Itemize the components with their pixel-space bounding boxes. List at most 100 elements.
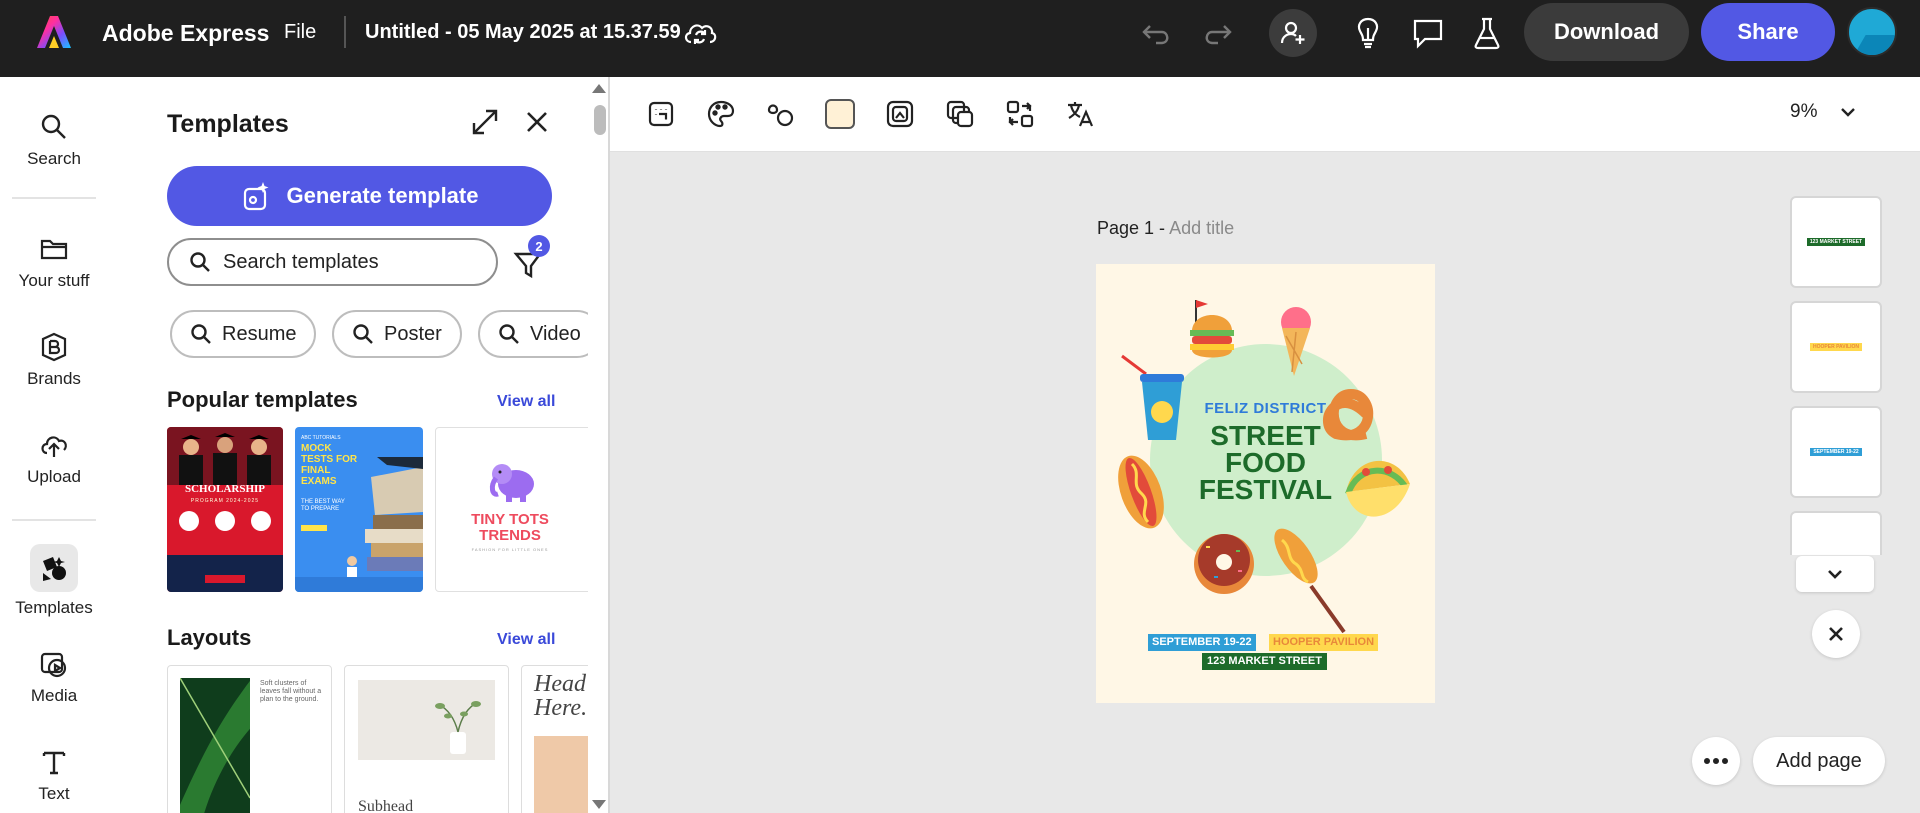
plant-icon <box>435 701 481 754</box>
thumbnail-text: HOOPER PAVILION <box>1810 343 1862 351</box>
adobe-express-logo-icon[interactable] <box>36 14 72 50</box>
image-frame-icon[interactable] <box>884 98 916 130</box>
poster-kicker: FELIZ DISTRICT <box>1204 400 1327 417</box>
books-image <box>347 457 423 589</box>
ice-cream-icon <box>1281 307 1311 376</box>
search-icon <box>41 114 66 139</box>
panel-scroll-down[interactable] <box>592 800 606 809</box>
template-cta <box>205 575 245 583</box>
rail-item-label: Your stuff <box>18 271 90 290</box>
resize-icon[interactable] <box>1004 98 1036 130</box>
search-icon <box>190 252 210 272</box>
burger-icon <box>1190 300 1234 358</box>
template-badge <box>251 511 271 531</box>
generate-template-button[interactable]: Generate template <box>167 166 552 226</box>
rail-item-media[interactable]: Media <box>0 648 108 706</box>
page-thumbnail[interactable]: HOOPER PAVILION <box>1790 301 1882 393</box>
avatar[interactable] <box>1847 7 1897 57</box>
template-cta <box>301 525 327 531</box>
template-kicker: ABC TUTORIALS <box>301 435 341 441</box>
panel-scroll-up[interactable] <box>592 84 606 93</box>
background-color-swatch[interactable] <box>825 99 855 129</box>
undo-icon[interactable] <box>1140 18 1174 48</box>
panel-scrollbar[interactable] <box>594 105 606 135</box>
layout-card-plant[interactable]: Subhead <box>344 665 509 813</box>
poster-headline-1: STREET <box>1210 420 1321 451</box>
divider <box>12 519 96 521</box>
lightbulb-icon[interactable] <box>1352 16 1384 50</box>
animate-icon[interactable] <box>645 98 677 130</box>
invite-button[interactable] <box>1269 9 1317 57</box>
more-options-button[interactable] <box>1692 737 1740 785</box>
flask-icon[interactable] <box>1471 16 1503 50</box>
translate-icon[interactable] <box>1064 98 1096 130</box>
zoom-level[interactable]: 9% <box>1790 101 1817 123</box>
shapes-icon[interactable] <box>764 98 796 130</box>
cloud-sync-icon[interactable] <box>682 18 718 48</box>
close-thumbnails-button[interactable] <box>1812 610 1860 658</box>
document-title[interactable]: Untitled - 05 May 2025 at 15.37.59 <box>365 21 681 44</box>
template-badge <box>215 511 235 531</box>
thumbnail-text: SEPTEMBER 19-22 <box>1810 448 1862 456</box>
layout-text: Head Here. <box>534 671 588 721</box>
chip-video[interactable]: Video <box>478 310 588 358</box>
rail-item-templates[interactable]: Templates <box>0 544 108 618</box>
templates-icon <box>43 557 66 581</box>
template-card-mock-tests[interactable]: ABC TUTORIALS MOCK TESTS FOR FINAL EXAMS… <box>295 427 423 592</box>
templates-scroll-area: SCHOLARSHIP PROGRAM 2024-2025 ABC TUTORI… <box>108 427 588 813</box>
upload-cloud-icon <box>41 436 67 457</box>
template-badge <box>179 511 199 531</box>
rail-item-brands[interactable]: Brands <box>0 331 108 389</box>
rail-item-search[interactable]: Search <box>0 111 108 169</box>
layout-card-headline[interactable]: Head Here. <box>521 665 588 813</box>
layers-icon[interactable] <box>944 98 976 130</box>
page-thumbnail[interactable] <box>1790 511 1882 555</box>
template-title: TINY TOTS TRENDS <box>471 511 549 544</box>
rail-item-label: Templates <box>15 598 93 617</box>
template-card-scholarship[interactable]: SCHOLARSHIP PROGRAM 2024-2025 <box>167 427 283 592</box>
rail-item-upload[interactable]: Upload <box>0 429 108 487</box>
view-all-popular-link[interactable]: View all <box>497 393 555 411</box>
chevron-down-icon[interactable] <box>1838 102 1858 122</box>
page-thumbnail[interactable]: SEPTEMBER 19-22 <box>1790 406 1882 498</box>
close-icon[interactable] <box>524 109 550 135</box>
rail-item-label: Media <box>30 686 78 705</box>
page-number-label: Page 1 - <box>1097 218 1170 238</box>
more-dots-icon <box>1704 758 1728 764</box>
share-button[interactable]: Share <box>1701 3 1835 61</box>
rail-item-text[interactable]: Text <box>0 746 108 804</box>
rail-item-label: Text <box>38 784 70 803</box>
donut-icon <box>1194 534 1254 594</box>
graduates-image <box>179 433 271 485</box>
template-photo <box>167 427 283 485</box>
template-card-tiny-tots[interactable]: TINY TOTS TRENDS FASHION FOR LITTLE ONES <box>435 427 588 592</box>
layout-card-leaves[interactable]: Soft clusters of leaves fall without a p… <box>167 665 332 813</box>
comment-icon[interactable] <box>1411 17 1445 49</box>
palette-icon[interactable] <box>705 98 737 130</box>
thumbnails-scroll-down-button[interactable] <box>1796 556 1874 592</box>
rail-item-your-stuff[interactable]: Your stuff <box>0 233 108 291</box>
chip-label: Video <box>530 322 581 345</box>
layout-text: Subhead <box>358 798 414 813</box>
add-page-button[interactable]: Add page <box>1753 737 1885 785</box>
redo-icon[interactable] <box>1200 18 1234 48</box>
poster-headline-3: FESTIVAL <box>1198 474 1333 505</box>
divider <box>12 197 96 199</box>
file-menu[interactable]: File <box>284 21 316 44</box>
add-title-field[interactable]: Add title <box>1169 218 1234 238</box>
view-all-layouts-link[interactable]: View all <box>497 631 555 649</box>
search-templates-input[interactable] <box>223 250 473 274</box>
elephant-image <box>489 464 534 502</box>
download-button[interactable]: Download <box>1524 3 1689 61</box>
rail-item-label: Upload <box>27 467 81 486</box>
search-icon <box>499 324 519 344</box>
folder-icon <box>40 239 68 260</box>
leaf-image <box>180 678 250 813</box>
search-templates-field[interactable] <box>167 238 498 286</box>
divider <box>344 16 346 48</box>
sparkle-template-icon <box>243 182 269 211</box>
page-thumbnail[interactable]: 123 MARKET STREET <box>1790 196 1882 288</box>
canvas-page[interactable]: FELIZ DISTRICT STREET FOOD FESTIVAL SEPT… <box>1096 264 1435 703</box>
expand-icon[interactable] <box>470 107 500 137</box>
chip-row-clip: Video <box>108 307 588 363</box>
